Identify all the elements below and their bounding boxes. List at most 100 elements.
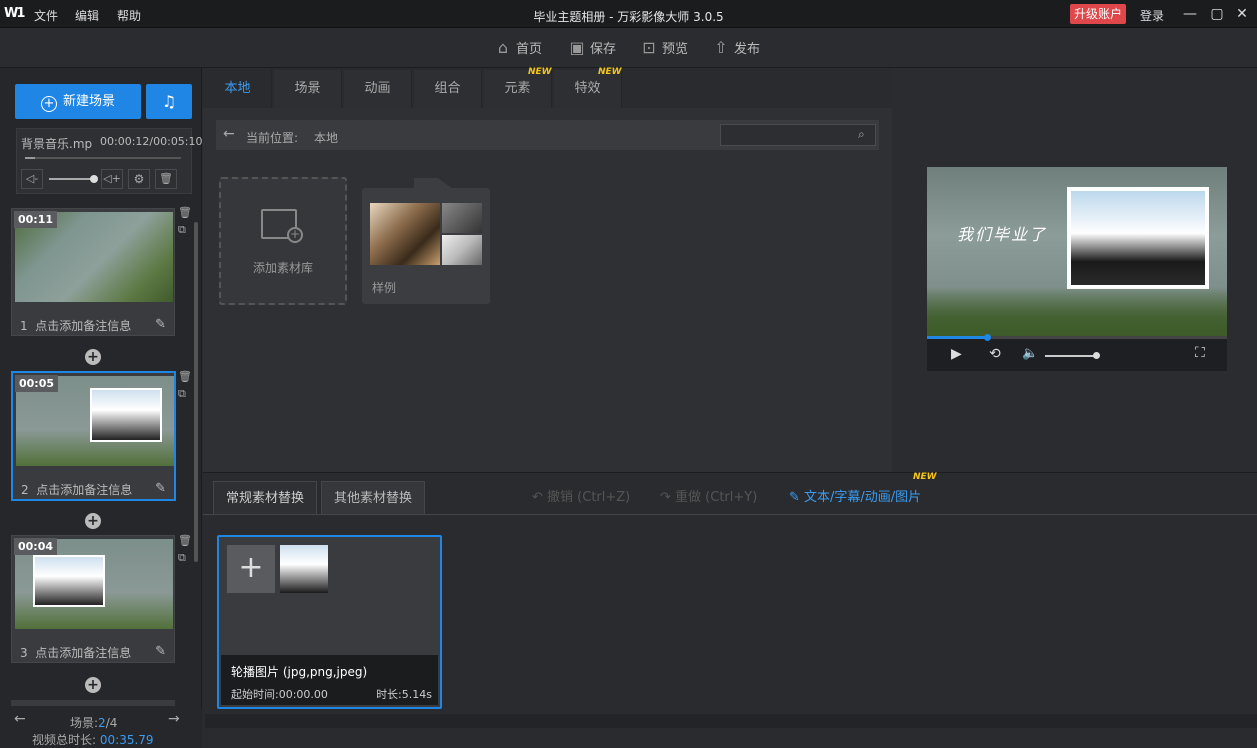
scene-card-1[interactable]: 00:11 1 点击添加备注信息 ✎ xyxy=(11,208,175,336)
add-library-tile[interactable]: + 添加素材库 xyxy=(219,177,347,305)
text-tool-button[interactable]: ✎ 文本/字幕/动画/图片 xyxy=(789,486,921,505)
home-icon: ⌂ xyxy=(497,38,509,57)
graduation-photo xyxy=(90,388,162,442)
graduation-photo xyxy=(33,555,105,607)
edit-icon[interactable]: ✎ xyxy=(155,644,166,659)
close-icon[interactable]: ✕ xyxy=(1232,4,1252,24)
scene-counter: 场景:2/4 xyxy=(70,716,118,730)
pencil-icon: ✎ xyxy=(789,490,800,505)
scene-duration: 00:05 xyxy=(15,375,59,392)
music-settings-button[interactable]: ♫ xyxy=(146,84,192,119)
tab-other-replace[interactable]: 其他素材替换 xyxy=(321,481,425,515)
main-toolbar xyxy=(0,28,1257,68)
play-icon[interactable]: ▶ xyxy=(951,346,962,362)
music-time: 00:00:12/00:05:10 xyxy=(100,135,203,148)
scene-list-scrollbar[interactable] xyxy=(194,222,198,562)
volume-slider[interactable] xyxy=(1045,355,1097,357)
graduation-photo xyxy=(1071,191,1205,285)
card-info: 轮播图片 (jpg,png,jpeg) 起始时间:00:00.00 时长:5.1… xyxy=(221,655,438,705)
minimize-icon[interactable]: — xyxy=(1180,4,1200,24)
volume-slider[interactable] xyxy=(49,178,95,180)
plus-icon: + xyxy=(287,227,303,243)
location-value: 本地 xyxy=(314,131,339,145)
add-scene-icon[interactable]: + xyxy=(85,349,101,365)
upgrade-button[interactable]: 升级账户 xyxy=(1070,4,1126,24)
card-duration: 时长:5.14s xyxy=(376,688,432,701)
new-badge: NEW xyxy=(528,67,552,77)
replace-card[interactable]: + 轮播图片 (jpg,png,jpeg) 起始时间:00:00.00 时长:5… xyxy=(217,535,442,709)
scene-card-4-partial[interactable] xyxy=(11,700,175,706)
trash-icon[interactable]: 🗑 xyxy=(155,169,177,189)
next-scene-icon[interactable]: → xyxy=(168,711,180,727)
scene-duration: 00:04 xyxy=(14,538,58,555)
tab-local[interactable]: 本地 xyxy=(204,70,272,108)
image-thumbnail[interactable] xyxy=(280,545,328,593)
undo-icon: ↶ xyxy=(532,490,543,505)
trash-icon[interactable]: 🗑 xyxy=(178,370,192,383)
card-title: 轮播图片 (jpg,png,jpeg) xyxy=(231,665,368,679)
upload-icon: ⇧ xyxy=(714,38,728,57)
maximize-icon[interactable]: ▢ xyxy=(1207,4,1227,24)
tab-regular-replace[interactable]: 常规素材替换 xyxy=(213,481,317,515)
home-button[interactable]: ⌂ 首页 xyxy=(494,38,542,57)
copy-icon[interactable]: ⧉ xyxy=(178,551,186,565)
add-scene-icon[interactable]: + xyxy=(85,513,101,529)
new-scene-button[interactable]: + 新建场景 xyxy=(15,84,141,119)
sample-photo-small xyxy=(442,235,482,265)
background-music-panel: 背景音乐.mp 00:00:12/00:05:10 ◁- ◁+ ⚙ 🗑 xyxy=(16,128,203,194)
volume-slider-handle[interactable] xyxy=(90,175,98,183)
search-input[interactable] xyxy=(720,124,876,146)
playback-handle[interactable] xyxy=(984,334,991,341)
sample-photo-main xyxy=(370,203,440,265)
edit-icon[interactable]: ✎ xyxy=(155,481,166,496)
volume-handle[interactable] xyxy=(1093,352,1100,359)
card-start-time: 起始时间:00:00.00 xyxy=(231,688,328,701)
scene-duration: 00:11 xyxy=(14,211,58,228)
preview-canvas: 我们毕业了 xyxy=(927,167,1227,339)
horizontal-scrollbar[interactable] xyxy=(205,714,1257,728)
scene-card-2[interactable]: 00:05 2 点击添加备注信息 ✎ xyxy=(11,371,176,501)
search-icon[interactable]: ⌕ xyxy=(858,127,865,142)
scene-card-3[interactable]: 00:04 3 点击添加备注信息 ✎ xyxy=(11,535,175,663)
save-icon: ▣ xyxy=(569,38,585,57)
tab-divider xyxy=(203,514,1257,515)
volume-down-icon[interactable]: ◁- xyxy=(21,169,43,189)
redo-button[interactable]: ↷ 重做 (Ctrl+Y) xyxy=(660,486,757,505)
publish-button[interactable]: ⇧ 发布 xyxy=(712,38,760,57)
scene-note[interactable]: 1 点击添加备注信息 xyxy=(20,317,131,334)
location-label: 当前位置: xyxy=(246,131,299,145)
copy-icon[interactable]: ⧉ xyxy=(178,387,186,401)
copy-icon[interactable]: ⧉ xyxy=(178,223,186,237)
tab-combination[interactable]: 组合 xyxy=(414,70,482,108)
volume-up-icon[interactable]: ◁+ xyxy=(101,169,123,189)
plus-circle-icon: + xyxy=(40,96,57,112)
login-button[interactable]: 登录 xyxy=(1140,7,1164,24)
edit-icon[interactable]: ✎ xyxy=(155,317,166,332)
tab-scene[interactable]: 场景 xyxy=(274,70,342,108)
total-duration: 视频总时长: 00:35.79 xyxy=(32,733,154,747)
preview-button[interactable]: ⊡ 预览 xyxy=(640,38,688,57)
replay-icon[interactable]: ⟲ xyxy=(989,346,1001,362)
scene-note[interactable]: 3 点击添加备注信息 xyxy=(20,644,131,661)
tab-animation[interactable]: 动画 xyxy=(344,70,412,108)
new-badge: NEW xyxy=(913,472,937,482)
gear-icon[interactable]: ⚙ xyxy=(128,169,150,189)
sample-folder[interactable]: 样例 xyxy=(362,188,490,304)
save-button[interactable]: ▣ 保存 xyxy=(568,38,616,57)
add-scene-icon[interactable]: + xyxy=(85,677,101,693)
volume-icon[interactable]: 🔈 xyxy=(1022,346,1038,361)
preview-icon: ⊡ xyxy=(642,38,656,57)
scene-note[interactable]: 2 点击添加备注信息 xyxy=(21,481,132,498)
add-library-label: 添加素材库 xyxy=(252,261,313,275)
playback-track[interactable] xyxy=(927,336,1227,339)
new-badge: NEW xyxy=(598,67,622,77)
music-progress-track[interactable] xyxy=(25,157,181,159)
prev-scene-icon[interactable]: ← xyxy=(14,711,26,727)
back-arrow-icon[interactable]: ← xyxy=(223,126,235,142)
add-image-button[interactable]: + xyxy=(227,545,275,593)
player-controls: ▶ ⟲ 🔈 ⛶ xyxy=(927,334,1227,371)
trash-icon[interactable]: 🗑 xyxy=(178,534,192,547)
fullscreen-icon[interactable]: ⛶ xyxy=(1195,345,1205,361)
undo-button[interactable]: ↶ 撤销 (Ctrl+Z) xyxy=(532,486,630,505)
trash-icon[interactable]: 🗑 xyxy=(178,206,192,219)
